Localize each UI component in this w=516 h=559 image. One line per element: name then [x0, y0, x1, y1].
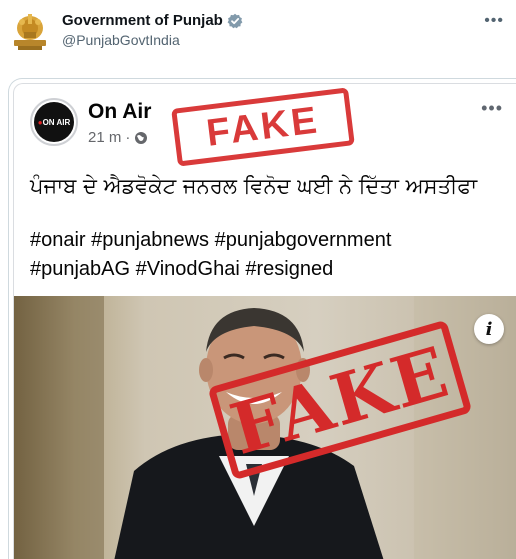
account-name[interactable]: Government of Punjab — [62, 12, 243, 29]
post-hashtags: #onair #punjabnews #punjabgovernment #pu… — [30, 226, 510, 284]
hashtags-line-2: #punjabAG #VinodGhai #resigned — [30, 258, 334, 280]
post-more-icon: ••• — [481, 98, 503, 118]
tweet-header: Government of Punjab @PunjabGovtIndia ••… — [0, 0, 516, 70]
hashtags-line-1: #onair #punjabnews #punjabgovernment — [30, 229, 392, 251]
punjab-emblem-icon[interactable] — [12, 10, 48, 52]
post-time: 21 m — [88, 129, 122, 146]
info-icon: i — [474, 314, 504, 344]
fake-stamp-top-text: FAKE — [204, 98, 322, 155]
avatar-logo: ● ON AIR — [34, 102, 74, 142]
fake-stamp-top: FAKE — [171, 87, 355, 167]
post-meta: 21 m · — [88, 129, 148, 146]
page-avatar: ● ON AIR — [30, 98, 78, 146]
avatar-text: ON AIR — [42, 117, 71, 127]
account-handle[interactable]: @PunjabGovtIndia — [62, 32, 180, 48]
image-card[interactable]: ● ON AIR On Air 21 m · ••• FAKE ਪੰਜਾਬ ਦੇ … — [8, 78, 516, 559]
more-horizontal-icon[interactable]: ••• — [484, 12, 504, 30]
page-name: On Air — [88, 100, 152, 123]
meta-separator: · — [125, 129, 131, 146]
globe-icon — [135, 131, 148, 144]
verified-badge-icon — [227, 13, 243, 28]
post-headline: ਪੰਜਾਬ ਦੇ ਐਡਵੋਕੇਟ ਜਨਰਲ ਵਿਨੋਦ ਘਈ ਨੇ ਦਿੱਤਾ … — [30, 174, 478, 198]
account-name-text[interactable]: Government of Punjab — [62, 12, 223, 29]
